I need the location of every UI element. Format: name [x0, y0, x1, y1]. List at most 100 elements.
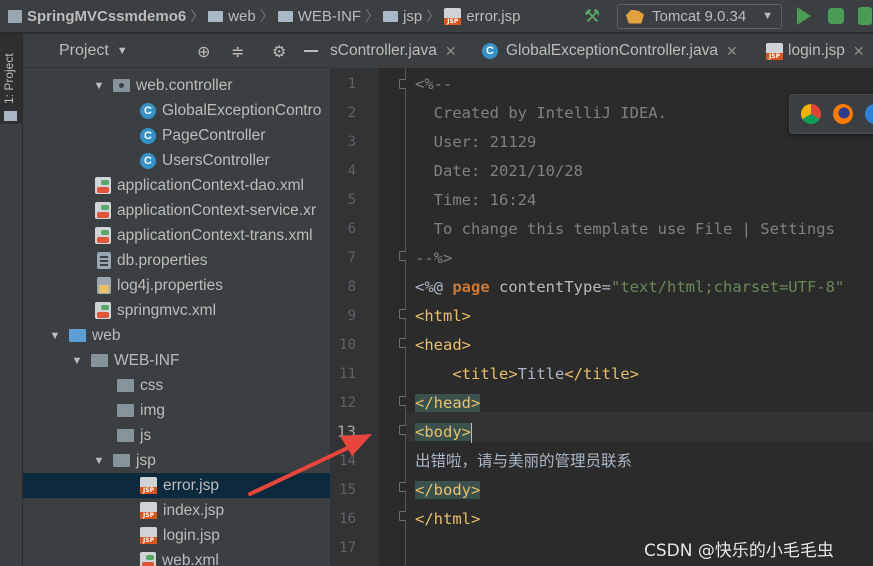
hide-panel-icon[interactable]	[304, 50, 318, 52]
tree-item-web-xml[interactable]: web.xml	[23, 548, 330, 566]
tree-item-applicationcontext-trans[interactable]: applicationContext-trans.xml	[23, 223, 330, 248]
code-editor[interactable]: <%-- Created by IntelliJ IDEA. User: 211…	[406, 68, 873, 566]
code-line-14: 出错啦，请与美丽的管理员联系	[415, 452, 633, 470]
breadcrumb-label: WEB-INF	[297, 7, 362, 25]
tree-item-login-jsp[interactable]: login.jsp	[23, 523, 330, 548]
tab-login-jsp[interactable]: login.jsp ✕	[766, 34, 865, 68]
tree-item-jsp[interactable]: ▼ jsp	[23, 448, 330, 473]
project-view-selector[interactable]: Project	[59, 42, 109, 60]
breadcrumb-label: SpringMVCssmdemo6	[27, 7, 187, 25]
breadcrumb-error-jsp[interactable]: error.jsp	[444, 0, 520, 33]
line-number: 8	[347, 279, 356, 295]
firefox-icon[interactable]	[833, 104, 853, 124]
close-icon[interactable]: ✕	[726, 43, 738, 60]
line-number: 5	[347, 192, 356, 208]
tree-item-label: applicationContext-service.xr	[117, 201, 317, 219]
folder-icon	[117, 379, 134, 392]
current-line-number: 13	[336, 422, 356, 441]
tab-globalexceptioncontroller-java[interactable]: C GlobalExceptionController.java ✕	[482, 34, 738, 68]
tree-item-globalexceptioncontroller[interactable]: C GlobalExceptionContro	[23, 98, 330, 123]
tree-item-applicationcontext-dao[interactable]: applicationContext-dao.xml	[23, 173, 330, 198]
watermark: CSDN @快乐的小毛毛虫	[644, 541, 834, 561]
tree-item-db-properties[interactable]: db.properties	[23, 248, 330, 273]
tree-item-error-jsp[interactable]: error.jsp	[23, 473, 330, 498]
breadcrumb-label: error.jsp	[466, 7, 521, 25]
tree-item-label: web.xml	[162, 551, 219, 566]
body-open-tag: <body>	[415, 423, 471, 441]
tree-item-springmvc-xml[interactable]: springmvc.xml	[23, 298, 330, 323]
tree-item-css[interactable]: css	[23, 373, 330, 398]
title-close-tag: </title>	[564, 365, 639, 383]
line-number: 14	[339, 453, 356, 469]
tree-item-label: web	[92, 326, 121, 344]
tree-item-img[interactable]: img	[23, 398, 330, 423]
project-folder-icon	[8, 9, 22, 23]
line-number: 17	[339, 540, 356, 556]
tree-item-label: springmvc.xml	[117, 301, 217, 319]
line-number: 3	[347, 134, 356, 150]
attribute-value: "text/html;charset=UTF-8"	[611, 278, 845, 296]
tree-item-log4j-properties[interactable]: log4j.properties	[23, 273, 330, 298]
breadcrumb-web[interactable]: web	[208, 0, 256, 33]
chrome-icon[interactable]	[801, 104, 821, 124]
class-icon: C	[140, 102, 156, 119]
line-number: 9	[347, 308, 356, 324]
line-number: 10	[339, 337, 356, 353]
tree-item-label: applicationContext-dao.xml	[117, 176, 304, 194]
tree-item-userscontroller[interactable]: C UsersController	[23, 148, 330, 173]
breadcrumb-label: web	[228, 7, 256, 25]
gear-icon[interactable]: ⚙	[272, 42, 286, 62]
tab-scontroller-java[interactable]: sController.java ✕	[330, 34, 457, 68]
properties-file-icon	[97, 277, 111, 294]
run-icon[interactable]	[797, 7, 811, 25]
breadcrumb-project[interactable]: SpringMVCssmdemo6	[0, 0, 186, 33]
close-icon[interactable]: ✕	[853, 43, 865, 60]
tree-item-index-jsp[interactable]: index.jsp	[23, 498, 330, 523]
folder-icon	[117, 429, 134, 442]
breadcrumb-separator: 〉	[365, 8, 380, 24]
spring-xml-icon	[95, 302, 111, 319]
locate-target-icon[interactable]: ⊕	[197, 42, 210, 62]
expanded-caret-icon[interactable]: ▼	[49, 330, 61, 342]
line-number: 11	[339, 366, 356, 382]
run-configuration-dropdown[interactable]: Tomcat 9.0.34 ▼	[617, 4, 782, 29]
breadcrumb-web-inf[interactable]: WEB-INF	[277, 0, 362, 33]
collapse-all-icon[interactable]: ≑	[231, 42, 244, 62]
tree-item-web-inf[interactable]: ▼ WEB-INF	[23, 348, 330, 373]
tree-item-web[interactable]: ▼ web	[23, 323, 330, 348]
build-hammer-icon[interactable]: ⚒	[584, 6, 600, 27]
jsp-file-icon	[140, 477, 157, 494]
tree-item-web-controller[interactable]: ▼ web.controller	[23, 73, 330, 98]
code-line-2: Created by IntelliJ IDEA.	[415, 104, 667, 122]
open-in-browser-popup	[789, 94, 873, 134]
coverage-icon[interactable]	[858, 7, 872, 25]
code-line-3: User: 21129	[415, 133, 537, 151]
folder-icon	[91, 354, 108, 367]
line-number: 16	[339, 511, 356, 527]
tree-item-js[interactable]: js	[23, 423, 330, 448]
expanded-caret-icon[interactable]: ▼	[71, 355, 83, 367]
jsp-file-icon	[766, 42, 783, 60]
title-open-tag: <title>	[415, 365, 518, 383]
package-folder-icon	[113, 79, 130, 92]
tree-item-applicationcontext-service[interactable]: applicationContext-service.xr	[23, 198, 330, 223]
chevron-down-icon[interactable]: ▼	[117, 45, 128, 57]
tree-item-pagecontroller[interactable]: C PageController	[23, 123, 330, 148]
folder-icon	[383, 10, 399, 22]
tree-item-label: applicationContext-trans.xml	[117, 226, 313, 244]
jsp-file-icon	[140, 502, 157, 519]
expanded-caret-icon[interactable]: ▼	[93, 80, 105, 92]
line-number: 15	[339, 482, 356, 498]
code-line-9: <html>	[415, 307, 471, 325]
expanded-caret-icon[interactable]: ▼	[93, 455, 105, 467]
debug-icon[interactable]	[828, 8, 844, 24]
tree-item-label: error.jsp	[163, 476, 219, 494]
close-icon[interactable]: ✕	[445, 43, 457, 60]
tree-item-label: js	[140, 426, 152, 444]
breadcrumb-jsp[interactable]: jsp	[383, 0, 422, 33]
safari-icon[interactable]	[865, 104, 873, 124]
folder-icon	[4, 111, 17, 121]
tree-item-label: db.properties	[117, 251, 208, 269]
tree-item-label: WEB-INF	[114, 351, 180, 369]
code-line-12: </head>	[415, 389, 481, 418]
